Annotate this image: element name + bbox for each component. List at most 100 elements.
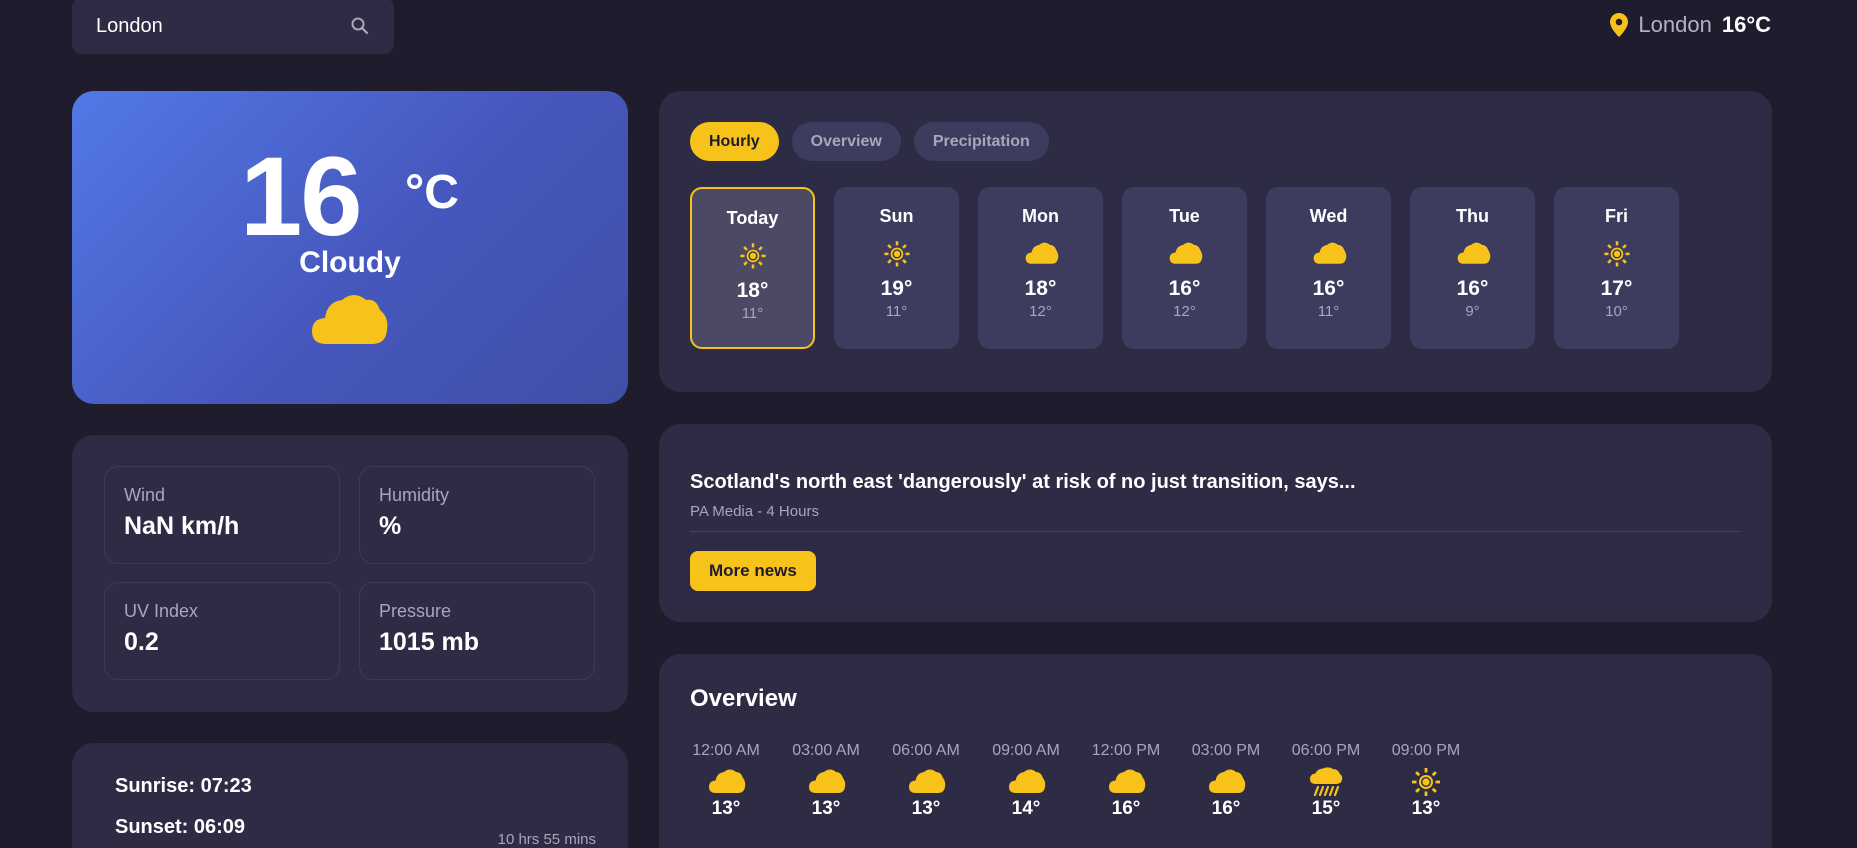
day-card-tue[interactable]: Tue 16° 12° [1122,187,1247,349]
day-low-temp: 10° [1605,303,1628,320]
current-condition: Cloudy [299,246,401,279]
hour-item: 09:00 PM 13° [1390,742,1462,820]
cloud-icon [809,769,846,793]
day-low-temp: 11° [741,305,764,322]
cloud-icon [1009,769,1046,793]
stat-value: 1015 mb [379,628,480,656]
cloud-icon [1109,769,1146,793]
hour-temp: 14° [1011,798,1041,819]
tab-precipitation[interactable]: Precipitation [913,122,1049,161]
stat-value: % [379,512,402,540]
day-low-temp: 11° [1317,303,1340,320]
news-headline[interactable]: Scotland's north east 'dangerously' at r… [690,471,1356,494]
day-name: Wed [1309,206,1348,226]
day-card-today[interactable]: Today 18° 11° [690,187,815,349]
day-low-temp: 12° [1173,303,1196,320]
cloud-icon [312,295,388,344]
stat-humidity: Humidity % [359,466,595,564]
sunset-time: Sunset: 06:09 [115,816,246,838]
hour-temp: 13° [811,798,841,819]
cloud-icon [909,769,946,793]
forecast-card: Hourly Overview Precipitation Today 18° 11… [659,91,1772,392]
hour-item: 06:00 AM 13° [890,742,962,820]
hour-time: 12:00 AM [692,742,760,759]
stat-label: Wind [124,485,166,505]
hour-time: 12:00 PM [1091,742,1161,759]
cloud-icon [1313,242,1346,264]
stat-label: UV Index [124,601,199,621]
hour-temp: 13° [1411,798,1441,819]
news-card: Scotland's north east 'dangerously' at r… [659,424,1772,622]
day-high-temp: 16° [1312,277,1345,300]
day-high-temp: 18° [736,279,769,302]
forecast-tabs: Hourly Overview Precipitation [690,122,1049,161]
day-card-wed[interactable]: Wed 16° 11° [1266,187,1391,349]
day-name: Tue [1169,206,1200,226]
stat-value: 0.2 [124,628,159,656]
stat-label: Humidity [379,485,450,505]
hour-time: 06:00 PM [1291,742,1361,759]
cloud-icon [1457,242,1490,264]
hour-item: 06:00 PM 15° [1290,742,1362,820]
search-input[interactable] [96,14,336,38]
day-high-temp: 16° [1168,277,1201,300]
cloud-icon [1169,242,1202,264]
hour-temp: 15° [1311,798,1341,819]
sun-icon [1603,241,1630,267]
hour-time: 06:00 AM [892,742,960,759]
hour-time: 09:00 PM [1391,742,1461,759]
hour-item: 03:00 PM 16° [1190,742,1262,820]
current-temp: 16 [240,134,363,259]
location-city: London [1638,12,1712,37]
temp-unit: °C [405,166,459,219]
day-card-sun[interactable]: Sun 19° 11° [834,187,959,349]
daily-forecast-list: Today 18° 11° Sun 19° 11° Mon 18° 12° Tue 16° 12° We… [690,187,1679,349]
day-high-temp: 19° [880,277,913,300]
hour-item: 12:00 PM 16° [1090,742,1162,820]
sun-icon [739,243,766,269]
day-low-temp: 11° [885,303,908,320]
hourly-overview-list: 12:00 AM 13° 03:00 AM 13° 06:00 AM 13° 09:00 A… [690,742,1462,820]
day-card-thu[interactable]: Thu 16° 9° [1410,187,1535,349]
more-news-button[interactable]: More news [690,551,816,591]
location-pin-icon [1610,13,1629,37]
day-card-mon[interactable]: Mon 18° 12° [978,187,1103,349]
hour-temp: 16° [1111,798,1141,819]
day-name: Today [726,208,779,228]
sun-times-card: Sunrise: 07:23 Sunset: 06:09 10 hrs 55 m… [72,743,628,848]
day-name: Thu [1456,206,1489,226]
stat-uv-index: UV Index 0.2 [104,582,340,680]
hour-time: 03:00 AM [792,742,860,759]
tab-overview[interactable]: Overview [791,122,901,161]
stat-pressure: Pressure 1015 mb [359,582,595,680]
sun-icon [1412,768,1440,796]
sun-icon [883,241,910,267]
day-high-temp: 17° [1600,277,1633,300]
hour-temp: 13° [711,798,741,819]
rain-icon [1310,767,1343,796]
stat-label: Pressure [379,601,452,621]
overview-card: Overview 12:00 AM 13° 03:00 AM 13° 06:00 AM 1… [659,654,1772,848]
day-card-fri[interactable]: Fri 17° 10° [1554,187,1679,349]
search-box[interactable] [72,0,394,54]
day-high-temp: 18° [1024,277,1057,300]
stat-wind: Wind NaN km/h [104,466,340,564]
hour-item: 12:00 AM 13° [690,742,762,820]
overview-title: Overview [690,685,797,712]
day-low-temp: 9° [1465,303,1480,320]
day-name: Fri [1604,206,1628,226]
hour-time: 09:00 AM [992,742,1060,759]
hour-item: 09:00 AM 14° [990,742,1062,820]
search-icon[interactable] [350,16,370,36]
cloud-icon [1209,769,1246,793]
news-source: PA Media - 4 Hours [690,503,819,520]
cloud-icon [709,769,746,793]
hour-time: 03:00 PM [1191,742,1261,759]
cloud-icon [1025,242,1058,264]
divider [690,531,1741,532]
current-location: London 16°C [1610,12,1771,38]
daylight-duration: 10 hrs 55 mins [497,831,596,848]
day-name: Mon [1022,206,1059,226]
stats-card: Wind NaN km/h Humidity % UV Index 0.2 Pr… [72,435,628,712]
tab-hourly[interactable]: Hourly [690,122,779,161]
